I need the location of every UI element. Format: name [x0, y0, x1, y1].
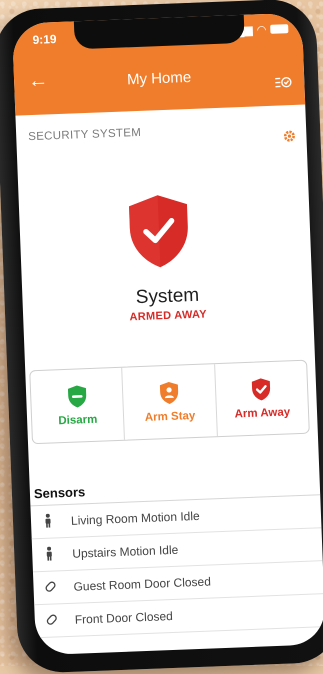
top-bar: 9:19 ▂▄▆ ◠ ← My Home	[12, 13, 305, 116]
sensor-label: Guest Room Door Closed	[73, 575, 211, 594]
gear-icon	[282, 129, 297, 144]
disarm-button[interactable]: Disarm	[30, 368, 125, 443]
sensor-list: Living Room Motion Idle Upstairs Motion …	[30, 495, 323, 638]
person-icon	[39, 513, 58, 531]
disarm-label: Disarm	[58, 414, 97, 427]
minus-shield-icon	[65, 384, 88, 409]
checklist-icon	[274, 75, 293, 90]
arm-away-button[interactable]: Arm Away	[215, 361, 309, 436]
armed-shield-icon	[125, 192, 194, 270]
page-title: My Home	[14, 65, 304, 93]
sensor-label: Upstairs Motion Idle	[72, 543, 179, 561]
person-icon	[40, 546, 59, 564]
arm-away-label: Arm Away	[234, 406, 290, 420]
section-title: SECURITY SYSTEM	[28, 127, 141, 143]
arm-stay-button[interactable]: Arm Stay	[123, 364, 218, 439]
phone-frame: 9:19 ▂▄▆ ◠ ← My Home SECURITY	[0, 0, 323, 674]
sensors-title: Sensors	[34, 484, 86, 501]
sensor-label: Living Room Motion Idle	[71, 509, 200, 528]
door-icon	[41, 579, 60, 597]
person-shield-icon	[158, 381, 181, 406]
status-time: 9:19	[32, 32, 57, 47]
arm-stay-label: Arm Stay	[145, 410, 196, 424]
wifi-icon: ◠	[256, 23, 266, 36]
activity-button[interactable]	[274, 75, 293, 93]
phone-notch	[74, 13, 245, 50]
check-shield-icon	[250, 377, 273, 402]
app-screen: 9:19 ▂▄▆ ◠ ← My Home SECURITY	[12, 13, 323, 656]
battery-icon	[270, 24, 288, 34]
door-icon	[43, 612, 62, 630]
arming-actions: Disarm Arm Stay	[29, 360, 310, 445]
settings-button[interactable]	[282, 129, 297, 148]
sensor-label: Front Door Closed	[75, 609, 174, 627]
